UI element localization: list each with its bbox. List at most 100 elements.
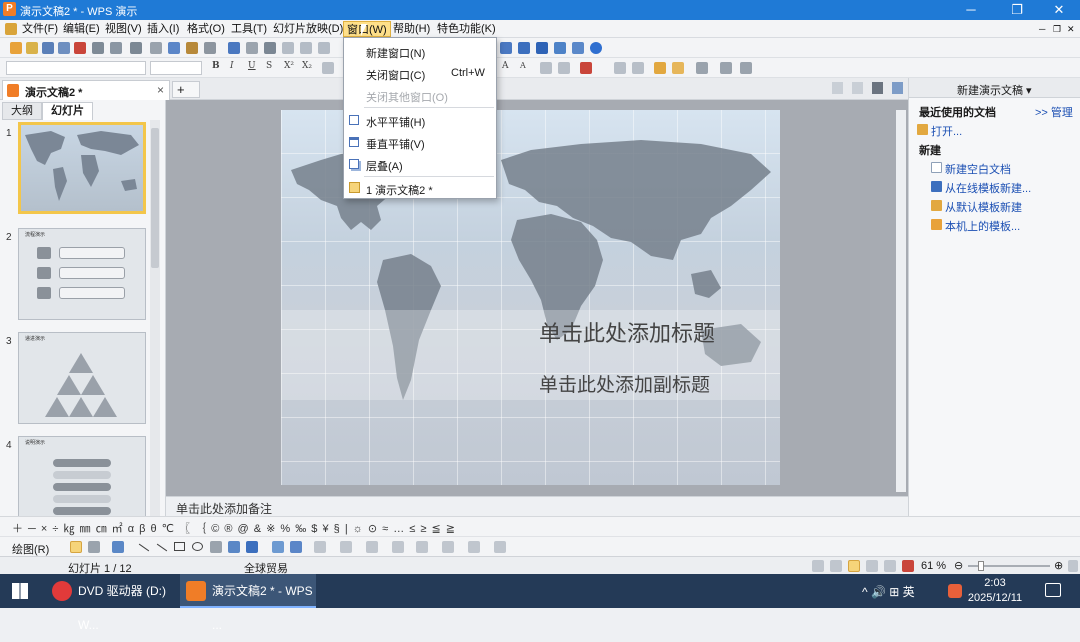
grow-font-button[interactable]: A: [502, 61, 509, 71]
new-blank-link[interactable]: 新建空白文档: [931, 161, 1011, 177]
close-tab-icon[interactable]: ×: [157, 83, 164, 97]
grid-icon[interactable]: [720, 62, 732, 74]
notes-view-icon[interactable]: [884, 560, 896, 572]
dash-style-icon[interactable]: [416, 541, 428, 553]
print-preview-icon[interactable]: [110, 42, 122, 54]
shrink-font-button[interactable]: A: [520, 61, 526, 70]
slide-thumbnail-2[interactable]: 流程演示: [18, 228, 146, 320]
undo-icon[interactable]: [228, 42, 240, 54]
arrow-icon[interactable]: [156, 543, 168, 552]
table-icon[interactable]: [282, 42, 294, 54]
notes-placeholder[interactable]: 单击此处添加备注: [176, 500, 272, 517]
diagram-icon[interactable]: [246, 541, 258, 553]
save-as-icon[interactable]: [58, 42, 70, 54]
menu-slideshow[interactable]: 幻灯片放映(D): [270, 21, 346, 37]
menu-insert[interactable]: 插入(I): [144, 21, 182, 37]
picture-icon[interactable]: [318, 42, 330, 54]
new-icon[interactable]: [10, 42, 22, 54]
paste-icon[interactable]: [186, 42, 198, 54]
rotate-icon[interactable]: [88, 541, 100, 553]
menu-edit[interactable]: 编辑(E): [60, 21, 103, 37]
status-dropdown-icon[interactable]: [830, 560, 842, 572]
slide-title-placeholder[interactable]: 单击此处添加标题: [539, 316, 715, 348]
clipart-icon[interactable]: [272, 541, 284, 553]
slide-thumbnail-4[interactable]: 说明演示: [18, 436, 146, 528]
menu-tools[interactable]: 工具(T): [228, 21, 270, 37]
ellipse-icon[interactable]: [192, 542, 203, 551]
manage-link[interactable]: >> 管理: [1035, 104, 1073, 120]
export-pdf-icon[interactable]: [74, 42, 86, 54]
menu-format[interactable]: 格式(O): [184, 21, 228, 37]
shadow-style-icon[interactable]: [468, 541, 480, 553]
insert-link-icon[interactable]: [264, 42, 276, 54]
design-icon[interactable]: [654, 62, 666, 74]
fit-window-icon[interactable]: [1068, 560, 1078, 572]
new-online-template-link[interactable]: 从在线模板新建...: [931, 180, 1031, 196]
text-box-icon[interactable]: [740, 62, 752, 74]
autoshape-icon[interactable]: [112, 541, 124, 553]
share-icon[interactable]: [536, 42, 548, 54]
symbol-list[interactable]: ＋ ─ × ÷ ㎏ ㎜ ㎝ ㎡ α β θ ℃ 〖 ｛ © ® @ & ※ % …: [12, 520, 456, 536]
3d-style-icon[interactable]: [494, 541, 506, 553]
scroll-thumb[interactable]: [151, 128, 159, 268]
menu-features[interactable]: 特色功能(K): [434, 21, 499, 37]
minimize-button[interactable]: ─: [948, 0, 994, 20]
slide-thumbnail-3[interactable]: 递进演示: [18, 332, 146, 424]
rectangle-icon[interactable]: [174, 542, 185, 551]
format-painter-icon[interactable]: [130, 42, 142, 54]
italic-button[interactable]: I: [230, 61, 234, 71]
refresh-icon[interactable]: [572, 42, 584, 54]
menu-app-icon[interactable]: [5, 23, 17, 35]
underline-button[interactable]: U: [248, 61, 256, 71]
zoom-out-icon[interactable]: ⊖: [954, 559, 963, 572]
online-icon[interactable]: [518, 42, 530, 54]
paste-special-icon[interactable]: [204, 42, 216, 54]
slide-panel-scrollbar[interactable]: [150, 120, 160, 518]
line-spacing-icon[interactable]: [614, 62, 626, 74]
menu-item-document-1[interactable]: 1 演示文稿2 *: [344, 177, 496, 199]
open-link[interactable]: 打开...: [917, 123, 962, 139]
shadow-button[interactable]: S: [266, 61, 272, 71]
cut-icon[interactable]: [150, 42, 162, 54]
windows-start-icon[interactable]: [12, 583, 28, 599]
new-tab-button[interactable]: +: [172, 81, 200, 98]
view-normal-icon[interactable]: [832, 82, 843, 94]
print-icon[interactable]: [92, 42, 104, 54]
font-size-select[interactable]: [150, 61, 202, 75]
menu-file[interactable]: 文件(F): [19, 21, 61, 37]
indent-icon[interactable]: [540, 62, 552, 74]
close-button[interactable]: ✕: [1036, 0, 1080, 20]
save-icon[interactable]: [42, 42, 54, 54]
zoom-slider[interactable]: [968, 561, 1050, 571]
sorter-view-icon[interactable]: [866, 560, 878, 572]
draw-menu-button[interactable]: 绘图(R): [12, 541, 49, 557]
para-spacing-icon[interactable]: [632, 62, 644, 74]
clock[interactable]: 2:03 2025/12/11: [960, 576, 1030, 606]
arrow-style-icon[interactable]: [442, 541, 454, 553]
redo-icon[interactable]: [246, 42, 258, 54]
status-undo-icon[interactable]: [812, 560, 824, 572]
outdent-icon[interactable]: [558, 62, 570, 74]
view-outline-icon[interactable]: [852, 82, 863, 94]
task-pane-toggle-icon[interactable]: [892, 82, 903, 94]
open-icon[interactable]: [26, 42, 38, 54]
task-pane-title[interactable]: 新建演示文稿 ▾: [957, 82, 1032, 98]
doc-restore-button[interactable]: ❐: [1050, 21, 1064, 37]
menu-item-tile-vertical[interactable]: 垂直平铺(V): [344, 131, 496, 153]
align-left-icon[interactable]: [322, 62, 334, 74]
select-arrow-icon[interactable]: [70, 541, 82, 553]
draw-font-color-icon[interactable]: [366, 541, 378, 553]
line-style-icon[interactable]: [392, 541, 404, 553]
font-color-icon[interactable]: [580, 62, 592, 74]
local-template-link[interactable]: 本机上的模板...: [931, 218, 1020, 234]
normal-view-icon[interactable]: [848, 560, 860, 572]
new-default-template-link[interactable]: 从默认模板新建: [931, 199, 1022, 215]
textbox-draw-icon[interactable]: [210, 541, 222, 553]
insert-picture-icon[interactable]: [290, 541, 302, 553]
taskbar-wps[interactable]: 演示文稿2 * - WPS ...: [180, 574, 316, 632]
tab-outline[interactable]: 大纲: [2, 102, 42, 120]
doc-minimize-button[interactable]: ─: [1036, 21, 1048, 37]
zoom-slider-knob[interactable]: [978, 561, 984, 571]
settings-icon[interactable]: [554, 42, 566, 54]
line-icon[interactable]: [138, 543, 150, 552]
